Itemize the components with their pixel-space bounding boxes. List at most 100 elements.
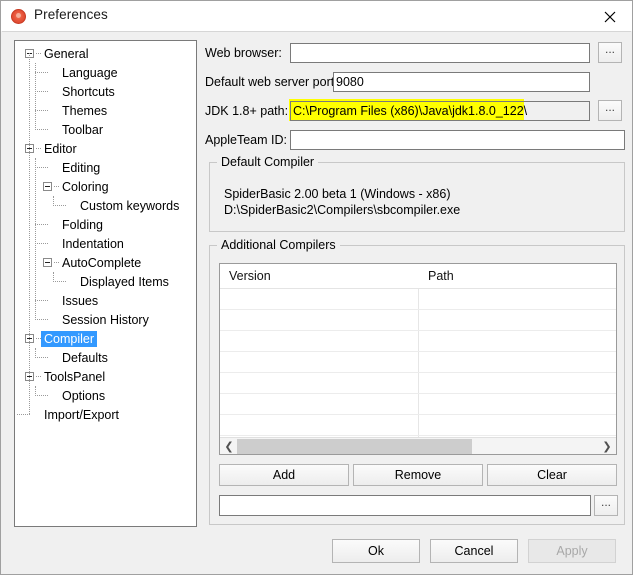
web-browser-input[interactable] — [290, 43, 590, 63]
window-title: Preferences — [34, 7, 108, 22]
jdk-path-row: JDK 1.8+ path: ... — [205, 98, 625, 127]
scroll-left-arrow-icon[interactable]: ❮ — [221, 439, 237, 454]
additional-compilers-table[interactable]: Version Path ❮ ❯ — [219, 263, 617, 455]
tree-connector — [35, 63, 36, 130]
row-divider — [220, 309, 616, 310]
preferences-category-tree[interactable]: General Language Shortcuts Themes Toolbar Edi… — [14, 40, 197, 527]
sidebar-item-editor[interactable]: Editor — [15, 139, 196, 158]
default-compiler-group: Default Compiler SpiderBasic 2.00 beta 1… — [209, 155, 625, 232]
app-circle-icon — [11, 9, 26, 24]
tree-connector — [53, 272, 54, 282]
sidebar-item-options[interactable]: Options — [15, 386, 196, 405]
tree-connector — [35, 224, 48, 225]
tree-connector — [36, 53, 41, 54]
scroll-right-arrow-icon[interactable]: ❯ — [599, 439, 615, 454]
jdk-path-browse-button[interactable]: ... — [598, 100, 622, 121]
web-browser-row: Web browser: ... — [205, 40, 625, 69]
web-server-port-row: Default web server port: — [205, 69, 625, 98]
tree-connector — [53, 196, 54, 206]
web-browser-browse-button[interactable]: ... — [598, 42, 622, 63]
tree-connector — [35, 158, 36, 320]
sidebar-item-import-export[interactable]: Import/Export — [15, 405, 196, 424]
sidebar-item-label: Import/Export — [44, 407, 120, 422]
sidebar-item-displayed-items[interactable]: Displayed Items — [15, 272, 196, 291]
sidebar-item-label: AutoComplete — [62, 255, 142, 270]
column-header-path[interactable]: Path — [428, 269, 454, 283]
web-server-port-input[interactable] — [333, 72, 590, 92]
title-bar: Preferences — [1, 1, 632, 31]
sidebar-item-autocomplete[interactable]: AutoComplete — [15, 253, 196, 272]
sidebar-item-label: Language — [62, 65, 118, 80]
apple-team-id-input[interactable] — [290, 130, 625, 150]
tree-connector — [35, 91, 48, 92]
tree-connector — [35, 243, 48, 244]
sidebar-item-shortcuts[interactable]: Shortcuts — [15, 82, 196, 101]
sidebar-item-toolspanel[interactable]: ToolsPanel — [15, 367, 196, 386]
web-browser-label: Web browser: — [205, 46, 282, 60]
sidebar-item-language[interactable]: Language — [15, 63, 196, 82]
sidebar-item-issues[interactable]: Issues — [15, 291, 196, 310]
sidebar-item-label: Toolbar — [62, 122, 103, 137]
additional-compilers-title: Additional Compilers — [217, 238, 340, 252]
tree-connector — [53, 281, 66, 282]
tree-connector — [53, 205, 66, 206]
sidebar-item-compiler[interactable]: Compiler — [15, 329, 196, 348]
ok-button[interactable]: Ok — [332, 539, 420, 563]
tree-connector — [35, 110, 48, 111]
clear-button[interactable]: Clear — [487, 464, 617, 486]
add-button[interactable]: Add — [219, 464, 349, 486]
apple-team-id-label: AppleTeam ID: — [205, 133, 287, 147]
column-header-version[interactable]: Version — [229, 269, 271, 283]
sidebar-item-general[interactable]: General — [15, 44, 196, 63]
sidebar-item-label: Issues — [62, 293, 99, 308]
default-compiler-line-1: SpiderBasic 2.00 beta 1 (Windows - x86) — [224, 187, 451, 201]
tree-connector — [35, 319, 48, 320]
tree-connector — [35, 395, 48, 396]
sidebar-item-folding[interactable]: Folding — [15, 215, 196, 234]
scrollbar-thumb[interactable] — [237, 439, 472, 454]
tree-connector — [29, 53, 30, 414]
tree-connector — [54, 262, 59, 263]
tree-connector — [35, 357, 48, 358]
jdk-path-label: JDK 1.8+ path: — [205, 104, 289, 118]
sidebar-item-label: Session History — [62, 312, 149, 327]
tree-connector — [35, 300, 48, 301]
web-server-port-label: Default web server port: — [205, 75, 338, 89]
tree-collapse-icon[interactable] — [43, 258, 52, 267]
sidebar-item-session-history[interactable]: Session History — [15, 310, 196, 329]
additional-compilers-group: Additional Compilers Version Path ❮ ❯ Ad… — [209, 238, 625, 525]
sidebar-item-label: Folding — [62, 217, 103, 232]
default-compiler-title: Default Compiler — [217, 155, 319, 169]
sidebar-item-label: Editor — [44, 141, 77, 156]
remove-button[interactable]: Remove — [353, 464, 483, 486]
sidebar-item-label: Indentation — [62, 236, 124, 251]
sidebar-item-label: Coloring — [62, 179, 109, 194]
default-compiler-line-2: D:\SpiderBasic2\Compilers\sbcompiler.exe — [224, 203, 461, 217]
tree-connector — [54, 186, 59, 187]
sidebar-item-label: Defaults — [62, 350, 108, 365]
sidebar-item-coloring[interactable]: Coloring — [15, 177, 196, 196]
compiler-path-browse-button[interactable]: ... — [594, 495, 618, 516]
tree-connector — [35, 72, 48, 73]
sidebar-item-defaults[interactable]: Defaults — [15, 348, 196, 367]
table-header: Version Path — [220, 264, 616, 289]
sidebar-item-label: Displayed Items — [80, 274, 169, 289]
cancel-button[interactable]: Cancel — [430, 539, 518, 563]
tree-connector — [36, 376, 41, 377]
sidebar-item-custom-keywords[interactable]: Custom keywords — [15, 196, 196, 215]
sidebar-item-label: Themes — [62, 103, 108, 118]
jdk-path-input[interactable] — [290, 101, 590, 121]
table-horizontal-scrollbar[interactable]: ❮ ❯ — [220, 437, 616, 454]
tree-collapse-icon[interactable] — [43, 182, 52, 191]
tree-connector — [35, 386, 36, 396]
sidebar-item-themes[interactable]: Themes — [15, 101, 196, 120]
sidebar-item-label: Editing — [62, 160, 101, 175]
sidebar-item-label: ToolsPanel — [44, 369, 106, 384]
close-button[interactable] — [588, 1, 632, 30]
preferences-dialog: Preferences General Language Shortcuts Them… — [0, 0, 633, 575]
sidebar-item-toolbar[interactable]: Toolbar — [15, 120, 196, 139]
compiler-path-input[interactable] — [219, 495, 591, 516]
sidebar-item-editing[interactable]: Editing — [15, 158, 196, 177]
sidebar-item-indentation[interactable]: Indentation — [15, 234, 196, 253]
tree-connector — [35, 167, 48, 168]
